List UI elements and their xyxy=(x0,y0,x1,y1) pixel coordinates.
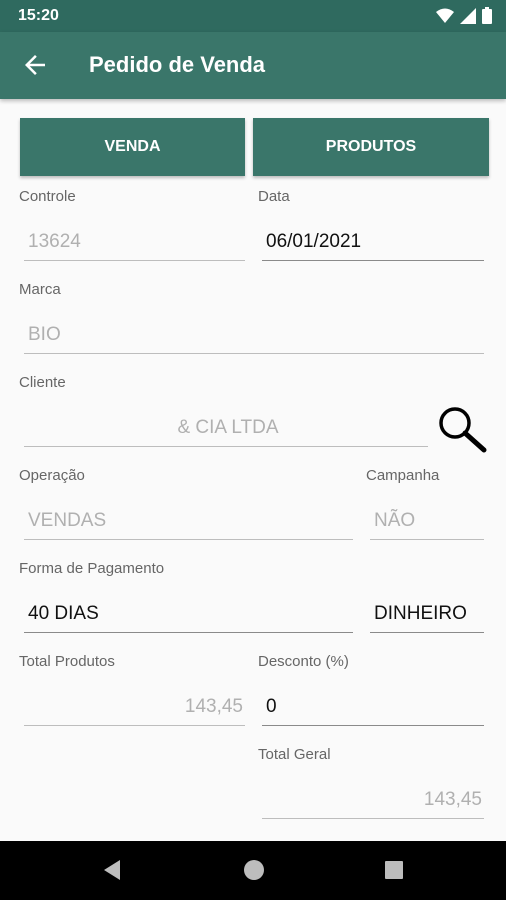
back-arrow-icon[interactable] xyxy=(20,50,50,80)
app-bar: Pedido de Venda xyxy=(0,32,506,99)
search-icon[interactable] xyxy=(436,404,488,456)
marca-label: Marca xyxy=(19,281,61,298)
cliente-field: & CIA LTDA xyxy=(24,409,428,447)
page-title: Pedido de Venda xyxy=(89,52,266,77)
nav-home-icon[interactable] xyxy=(243,858,265,882)
operacao-label: Operação xyxy=(19,467,85,484)
forma-pagamento-label: Forma de Pagamento xyxy=(19,560,165,577)
data-label: Data xyxy=(258,188,290,205)
status-bar: 15:20 xyxy=(0,0,506,32)
status-icons xyxy=(436,7,492,24)
tab-produtos[interactable]: PRODUTOS xyxy=(253,118,489,176)
total-produtos-field: 143,45 xyxy=(24,688,245,726)
campanha-field: NÃO xyxy=(370,502,484,540)
status-time: 15:20 xyxy=(18,7,59,24)
wifi-icon xyxy=(436,8,454,23)
total-geral-field: 143,45 xyxy=(262,781,484,819)
nav-back-icon[interactable] xyxy=(102,858,122,882)
operacao-field: VENDAS xyxy=(24,502,353,540)
tipo-pagamento-field[interactable]: DINHEIRO xyxy=(370,595,484,633)
cliente-label: Cliente xyxy=(19,374,66,391)
controle-label: Controle xyxy=(19,188,76,205)
total-produtos-label: Total Produtos xyxy=(19,653,115,670)
tab-venda[interactable]: VENDA xyxy=(20,118,245,176)
signal-icon xyxy=(460,7,476,24)
desconto-label: Desconto (%) xyxy=(258,653,349,670)
desconto-field[interactable]: 0 xyxy=(262,688,484,726)
navigation-bar xyxy=(0,841,506,900)
battery-icon xyxy=(482,7,492,24)
nav-recents-icon[interactable] xyxy=(384,858,404,882)
marca-field: BIO xyxy=(24,316,484,354)
data-field[interactable]: 06/01/2021 xyxy=(262,223,484,261)
total-geral-label: Total Geral xyxy=(258,746,331,763)
controle-field: 13624 xyxy=(24,223,245,261)
campanha-label: Campanha xyxy=(366,467,440,484)
forma-pagamento-field[interactable]: 40 DIAS xyxy=(24,595,353,633)
